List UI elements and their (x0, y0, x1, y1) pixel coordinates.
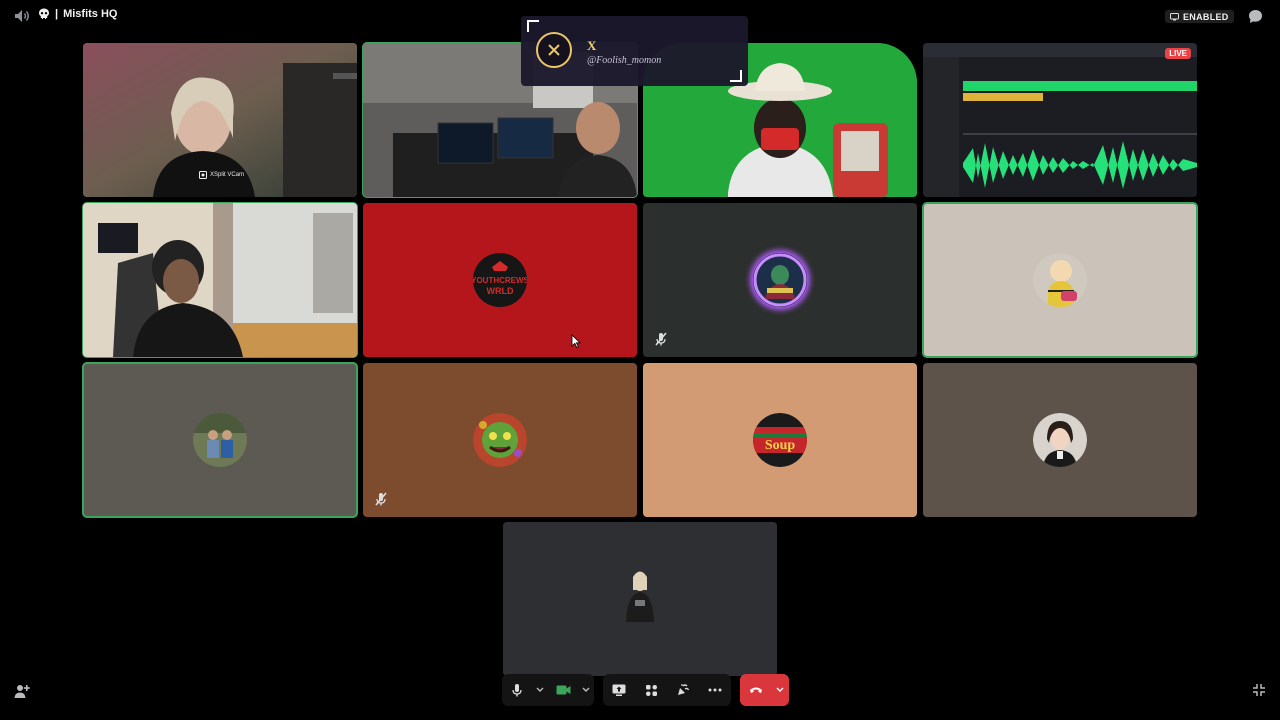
participant-tile-anime[interactable] (923, 363, 1197, 517)
tv-icon (1170, 12, 1179, 20)
avatar-image (1033, 413, 1087, 467)
participant-tile-youthcrews[interactable]: YOUTHCREWS WRLD (363, 203, 637, 357)
live-badge: LIVE (1165, 48, 1191, 59)
participant-avatar (193, 413, 247, 467)
participant-avatar: Soup (753, 413, 807, 467)
camera-icon (556, 685, 570, 695)
chat-bubble-icon[interactable] (1248, 9, 1263, 24)
participant-video (83, 203, 357, 357)
avatar-image (753, 253, 807, 307)
camera-options-button[interactable] (578, 674, 594, 706)
avatar-image (193, 413, 247, 467)
more-icon (708, 688, 722, 692)
channel-title: | Misfits HQ (38, 8, 117, 20)
avatar-image: Soup (753, 413, 807, 467)
notification-title: X (587, 38, 597, 53)
avatar-image (1033, 253, 1087, 307)
title-separator: | (55, 8, 59, 20)
microphone-button[interactable] (502, 674, 532, 706)
disconnect-button[interactable] (740, 674, 772, 706)
participant-avatar (1033, 413, 1087, 467)
more-options-button[interactable] (699, 674, 731, 706)
participant-avatar (473, 413, 527, 467)
video-tile-cam-5[interactable] (82, 202, 358, 358)
camera-button[interactable] (548, 674, 578, 706)
disconnect-controls (740, 674, 789, 706)
invite-icon[interactable] (14, 683, 30, 699)
mic-muted-icon (655, 332, 667, 346)
screen-share-video (923, 43, 1197, 197)
avatar-image (473, 413, 527, 467)
server-name: Misfits HQ (63, 8, 118, 20)
avatar-image: YOUTHCREWS WRLD (473, 253, 527, 307)
cam-source-label: XSplit VCam (199, 171, 244, 179)
activities-icon (645, 684, 657, 696)
skull-icon (39, 8, 49, 19)
audio-video-controls (502, 674, 594, 706)
chevron-down-icon (776, 687, 784, 692)
microphone-icon (512, 684, 522, 697)
notification-corner-bottom-right (730, 70, 742, 82)
activity-controls (603, 674, 731, 706)
mic-muted-icon (375, 492, 387, 506)
exit-fullscreen-icon[interactable] (1252, 683, 1266, 697)
disconnect-options-button[interactable] (772, 674, 788, 706)
notification-handle: @Foolish_momon (587, 55, 662, 66)
video-tile-cam-1[interactable]: XSplit VCam (83, 43, 357, 197)
avatar-text-top: YOUTHCREWS (473, 276, 527, 285)
notification-toast[interactable]: X @Foolish_momon (521, 16, 748, 86)
activities-button[interactable] (635, 674, 667, 706)
participant-tile-monster[interactable] (363, 363, 637, 517)
video-tile-cam-4[interactable]: LIVE (923, 43, 1197, 197)
microphone-options-button[interactable] (532, 674, 548, 706)
avatar-text-bottom: WRLD (487, 286, 514, 296)
chevron-down-icon (536, 687, 544, 692)
chevron-down-icon (582, 687, 590, 692)
badge-label: ENABLED (1183, 11, 1229, 22)
soundboard-button[interactable] (667, 674, 699, 706)
participant-avatar (1033, 253, 1087, 307)
screen-share-button[interactable] (603, 674, 635, 706)
close-icon (548, 44, 560, 56)
participant-tile-figure[interactable] (503, 522, 777, 676)
participant-figure (626, 571, 654, 622)
speaker-icon[interactable] (14, 9, 30, 23)
cam-source-text: XSplit VCam (210, 172, 245, 178)
camera-source-icon (199, 171, 207, 179)
avatar-text: Soup (765, 438, 796, 453)
participant-tile-soup[interactable]: Soup (643, 363, 917, 517)
participant-tile-cartoon[interactable] (922, 202, 1198, 358)
screen-share-icon (612, 684, 626, 696)
notification-close-button[interactable] (536, 32, 572, 68)
participant-tile-glow[interactable] (643, 203, 917, 357)
participant-tile-photo[interactable] (82, 362, 358, 518)
participant-avatar: YOUTHCREWS WRLD (473, 253, 527, 307)
cursor-icon (571, 334, 581, 349)
enabled-badge[interactable]: ENABLED (1165, 10, 1234, 23)
soundboard-icon (678, 684, 690, 695)
hang-up-icon (750, 687, 762, 693)
participant-avatar (753, 253, 807, 307)
notification-corner-top-left (527, 20, 539, 32)
